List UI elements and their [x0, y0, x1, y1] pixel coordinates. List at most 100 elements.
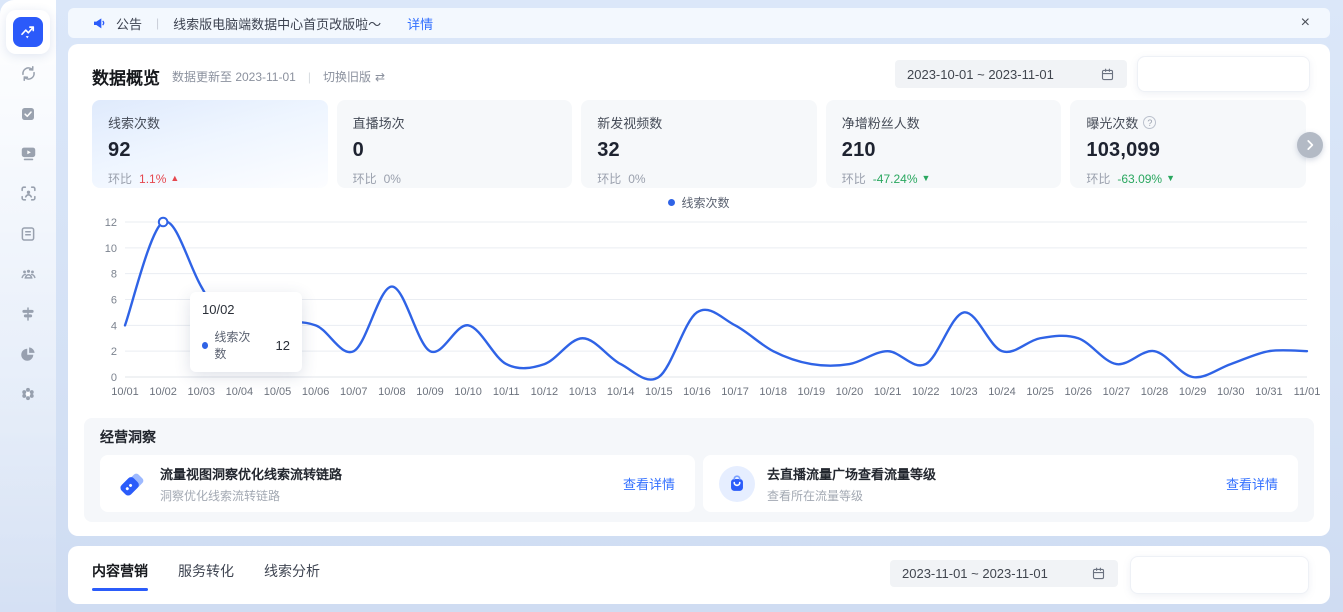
- tooltip-value: 12: [276, 338, 290, 353]
- calendar-icon: [1091, 566, 1106, 581]
- tooltip-series-name: 线索次数: [214, 328, 258, 362]
- stat-card-net-new-followers[interactable]: 净增粉丝人数 210 环比 -47.24%▼: [826, 100, 1062, 188]
- tag-icon: [116, 468, 148, 500]
- x-axis-label: 10/26: [1064, 386, 1092, 398]
- stat-card-live-sessions[interactable]: 直播场次 0 环比 0%: [337, 100, 573, 188]
- stat-cards-row: 线索次数 92 环比 1.1%▲ 直播场次 0 环比 0% 新发视频数 32 环…: [92, 100, 1306, 188]
- stat-label: 线索次数: [108, 113, 312, 132]
- x-axis-label: 10/18: [759, 386, 787, 398]
- chart-board-icon: [13, 17, 43, 47]
- x-axis-label: 10/04: [226, 386, 254, 398]
- data-updated-text: 数据更新至 2023-11-01: [172, 68, 296, 85]
- pie-chart-icon: [19, 345, 37, 368]
- analysis-section-card: 内容营销 服务转化 线索分析 2023-11-01 ~ 2023-11-01: [68, 546, 1330, 604]
- y-axis-label: 4: [111, 320, 117, 332]
- tab-leads-analysis[interactable]: 线索分析: [264, 561, 320, 591]
- x-axis-label: 10/17: [721, 386, 749, 398]
- stat-label: 新发视频数: [597, 113, 801, 132]
- banner-divider: |: [156, 16, 159, 30]
- stat-compare: 环比 -63.09%▼: [1086, 170, 1290, 187]
- down-triangle-icon: ▼: [1166, 174, 1175, 183]
- stat-compare: 环比 0%: [597, 170, 801, 187]
- flower-icon: [19, 385, 37, 408]
- leads-trend-line: [125, 221, 1307, 379]
- insight-card-live-traffic: 去直播流量广场查看流量等级 查看所在流量等级 查看详情: [703, 455, 1298, 512]
- stat-card-impressions[interactable]: 曝光次数 ? 103,099 环比 -63.09%▼: [1070, 100, 1306, 188]
- x-axis-label: 10/27: [1103, 386, 1131, 398]
- tab-service-conversion[interactable]: 服务转化: [178, 561, 234, 591]
- stat-value: 210: [842, 139, 1046, 162]
- stat-value: 32: [597, 139, 801, 162]
- sidebar-item-analytics[interactable]: [8, 336, 48, 376]
- x-axis-label: 10/06: [302, 386, 330, 398]
- calendar-icon: [1100, 67, 1115, 82]
- banner-message: 线索版电脑端数据中心首页改版啦～: [173, 14, 381, 33]
- sidebar-item-content-library[interactable]: [8, 216, 48, 256]
- date-shortcut-panel-bottom[interactable]: [1130, 556, 1309, 594]
- sidebar-item-data-overview[interactable]: [6, 10, 50, 54]
- analysis-tabs: 内容营销 服务转化 线索分析: [92, 561, 320, 591]
- sidebar-item-audience[interactable]: [8, 256, 48, 296]
- x-axis-label: 10/09: [416, 386, 444, 398]
- legend-dot-icon: [668, 199, 675, 206]
- carousel-next-button[interactable]: [1297, 132, 1323, 158]
- sync-icon: [19, 64, 38, 88]
- x-axis-label: 10/30: [1217, 386, 1245, 398]
- insight-subtitle: 查看所在流量等级: [767, 487, 936, 504]
- highlighted-data-point: [159, 218, 168, 227]
- date-range-picker[interactable]: 2023-10-01 ~ 2023-11-01: [895, 60, 1127, 88]
- y-axis-label: 6: [111, 295, 117, 307]
- date-shortcut-panel[interactable]: [1137, 56, 1310, 92]
- view-details-link[interactable]: 查看详情: [623, 474, 675, 493]
- header-divider: |: [308, 70, 311, 84]
- banner-details-link[interactable]: 详情: [407, 14, 433, 33]
- up-triangle-icon: ▲: [170, 174, 179, 183]
- stat-card-new-videos[interactable]: 新发视频数 32 环比 0%: [581, 100, 817, 188]
- stat-card-leads-count[interactable]: 线索次数 92 环比 1.1%▲: [92, 100, 328, 188]
- view-details-link[interactable]: 查看详情: [1226, 474, 1278, 493]
- insights-title: 经营洞察: [100, 427, 1298, 447]
- stat-compare: 环比 0%: [353, 170, 557, 187]
- info-icon[interactable]: ?: [1143, 116, 1156, 129]
- video-icon: [19, 144, 38, 168]
- data-overview-card: 数据概览 数据更新至 2023-11-01 | 切换旧版 ⇄ 2023-10-0…: [68, 44, 1330, 536]
- legend-label: 线索次数: [681, 194, 729, 211]
- megaphone-icon: [92, 15, 108, 31]
- close-icon[interactable]: ×: [1295, 13, 1316, 33]
- x-axis-label: 10/02: [149, 386, 177, 398]
- date-range-value: 2023-11-01 ~ 2023-11-01: [902, 566, 1048, 581]
- insight-subtitle: 洞察优化线索流转链路: [160, 487, 342, 504]
- x-axis-label: 10/12: [531, 386, 559, 398]
- bag-icon: [719, 466, 755, 502]
- y-axis-label: 12: [105, 217, 117, 229]
- y-axis-label: 0: [111, 372, 117, 384]
- x-axis-label: 10/24: [988, 386, 1016, 398]
- x-axis-label: 10/25: [1026, 386, 1054, 398]
- x-axis-label: 10/22: [912, 386, 940, 398]
- sidebar-item-video[interactable]: [8, 136, 48, 176]
- chart-legend-leads[interactable]: 线索次数: [68, 194, 1330, 211]
- sidebar-item-apps[interactable]: [8, 376, 48, 416]
- x-axis-label: 10/01: [111, 386, 139, 398]
- x-axis-label: 10/23: [950, 386, 978, 398]
- sidebar-item-guide[interactable]: [8, 296, 48, 336]
- x-axis-label: 10/16: [683, 386, 711, 398]
- x-axis-label: 10/05: [264, 386, 292, 398]
- chevron-right-icon: [1303, 138, 1317, 152]
- date-range-picker-bottom[interactable]: 2023-11-01 ~ 2023-11-01: [890, 560, 1118, 587]
- stat-label: 直播场次: [353, 113, 557, 132]
- announcement-banner: 公告 | 线索版电脑端数据中心首页改版啦～ 详情 ×: [68, 8, 1330, 38]
- x-axis-label: 10/13: [569, 386, 597, 398]
- x-axis-label: 10/31: [1255, 386, 1283, 398]
- sidebar-item-face-capture[interactable]: [8, 176, 48, 216]
- stat-value: 103,099: [1086, 139, 1290, 162]
- x-axis-label: 10/08: [378, 386, 406, 398]
- x-axis-label: 10/29: [1179, 386, 1207, 398]
- page-title: 数据概览: [92, 64, 160, 89]
- sidebar-item-sync[interactable]: [8, 56, 48, 96]
- stat-compare: 环比 -47.24%▼: [842, 170, 1046, 187]
- tab-content-marketing[interactable]: 内容营销: [92, 561, 148, 591]
- y-axis-label: 2: [111, 346, 117, 358]
- sidebar-item-tasks[interactable]: [8, 96, 48, 136]
- switch-old-version-link[interactable]: 切换旧版 ⇄: [323, 68, 385, 85]
